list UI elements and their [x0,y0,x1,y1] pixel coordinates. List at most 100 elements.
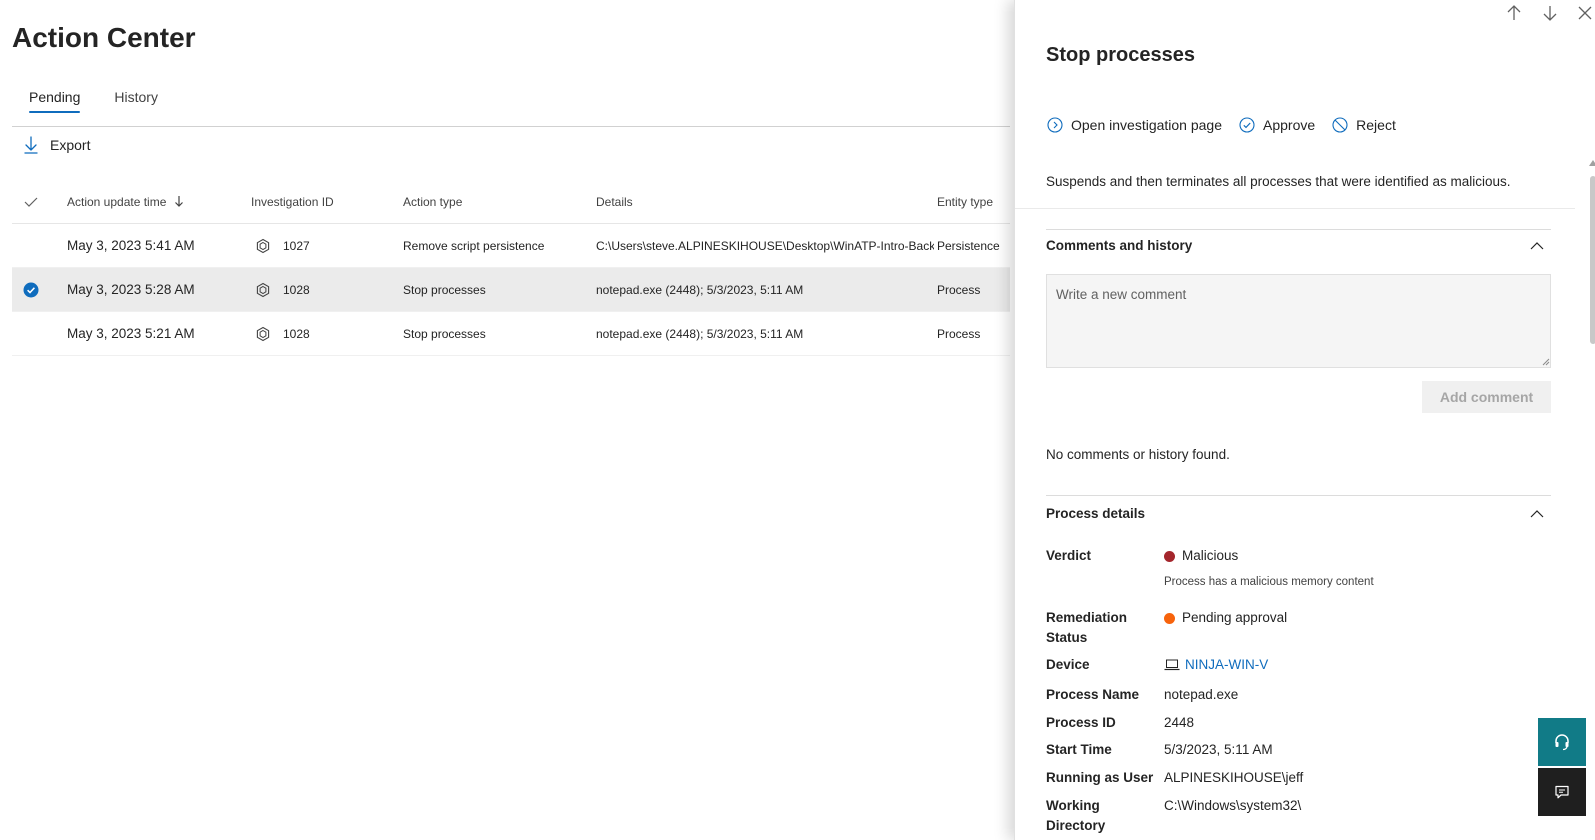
close-icon [1578,6,1592,20]
column-label: Action update time [67,194,167,209]
tabs-divider [12,126,1010,127]
action-center-main: Action Center Pending History Export Act… [0,0,1010,840]
remediation-label-line: Remediation [1046,610,1128,625]
reject-label: Reject [1356,117,1396,133]
cell-entity-type: Process [937,326,981,341]
help-button[interactable] [1538,718,1586,766]
process-details-section-toggle[interactable]: Process details [1046,506,1551,521]
process-name-value: notepad.exe [1164,687,1239,702]
process-id-value: 2448 [1164,715,1195,730]
panel-title: Stop processes [1046,44,1195,66]
row-checkbox[interactable] [20,312,42,355]
select-all-checkbox[interactable] [20,180,42,223]
device-label: Device [1046,657,1090,672]
hexagon-icon [255,326,271,342]
cell-action-update-time: May 3, 2023 5:41 AM [67,238,195,253]
running-as-user-label: Running as User [1046,770,1154,785]
hexagon-icon [255,238,271,254]
section-divider [1046,495,1551,496]
page-title: Action Center [12,22,196,53]
device-link[interactable]: NINJA-WIN-V [1185,655,1268,675]
open-investigation-label: Open investigation page [1071,117,1222,133]
cell-investigation-id[interactable]: 1028 [251,312,401,355]
process-id-label: Process ID [1046,715,1116,730]
comment-input[interactable] [1046,274,1551,368]
sort-descending-icon [174,195,184,208]
laptop-icon [1164,659,1180,671]
hexagon-icon [255,282,271,298]
device-value[interactable]: NINJA-WIN-V [1164,655,1268,675]
resize-grip-icon[interactable] [1542,358,1550,366]
empty-comments-text: No comments or history found. [1046,447,1230,462]
approve-label: Approve [1263,117,1316,133]
cell-details: notepad.exe (2448); 5/3/2023, 5:11 AM [596,282,804,297]
column-header-investigation-id[interactable]: Investigation ID [251,180,401,223]
chat-icon [1555,785,1569,799]
table-header: Action update time Investigation ID Acti… [12,180,1010,224]
scrollbar-up-arrow[interactable] [1589,160,1595,166]
tab-list: Pending History [12,86,175,113]
column-header-action-update-time[interactable]: Action update time [67,180,247,223]
panel-scrollbar-thumb[interactable] [1590,176,1595,344]
chevron-up-icon [1530,241,1544,249]
next-item-button[interactable] [1539,2,1561,24]
remediation-label-line: Status [1046,630,1088,645]
table-row[interactable]: May 3, 2023 5:21 AM 1028 Stop processes … [12,312,1010,356]
export-button[interactable]: Export [22,136,90,154]
chevron-up-icon [1530,509,1544,517]
cell-investigation-id[interactable]: 1027 [251,224,401,267]
cell-details: C:\Users\steve.ALPINESKIHOUSE\Desktop\Wi… [596,238,934,253]
check-circle-filled-icon [23,282,39,297]
previous-item-button[interactable] [1503,2,1525,24]
table-row[interactable]: May 3, 2023 5:41 AM 1027 Remove script p… [12,224,1010,268]
column-header-details[interactable]: Details [596,180,934,223]
working-directory-label-line: Directory [1046,818,1106,833]
panel-command-bar: Open investigation page Approve Reject [1046,116,1412,134]
prohibited-icon [1331,116,1349,134]
comments-section-toggle[interactable]: Comments and history [1046,238,1551,253]
verdict-text: Malicious [1182,548,1239,563]
tab-history[interactable]: History [114,86,158,113]
verdict-label: Verdict [1046,548,1092,563]
check-circle-icon [1238,116,1256,134]
working-directory-label: Working Directory [1046,796,1156,836]
section-divider [1015,208,1575,209]
investigation-id-value: 1028 [283,326,310,341]
checkmark-icon [24,197,38,207]
verdict-value: Malicious [1164,546,1238,566]
approve-button[interactable]: Approve [1238,116,1315,134]
arrow-down-icon [1543,6,1557,21]
row-checkbox-checked[interactable] [20,268,42,311]
cell-action-update-time: May 3, 2023 5:28 AM [67,282,195,297]
comments-heading: Comments and history [1046,238,1193,253]
row-checkbox[interactable] [20,224,42,267]
cell-entity-type: Persistence [937,238,1000,253]
column-header-entity-type[interactable]: Entity type [937,180,1010,223]
cell-details: notepad.exe (2448); 5/3/2023, 5:11 AM [596,326,804,341]
close-button[interactable] [1574,2,1595,24]
start-time-label: Start Time [1046,742,1112,757]
download-icon [22,136,40,154]
open-investigation-button[interactable]: Open investigation page [1046,116,1222,134]
details-panel: Stop processes Open investigation page A… [1014,0,1595,840]
tab-pending[interactable]: Pending [29,86,81,113]
reject-button[interactable]: Reject [1331,116,1396,134]
action-description: Suspends and then terminates all process… [1046,174,1511,189]
chat-button[interactable] [1538,768,1586,816]
working-directory-value: C:\Windows\system32\ [1164,798,1302,813]
headset-icon [1555,734,1569,751]
investigation-id-value: 1028 [283,282,310,297]
remediation-status-text: Pending approval [1182,610,1288,625]
verdict-note: Process has a malicious memory content [1164,576,1374,588]
column-header-action-type[interactable]: Action type [403,180,593,223]
cell-investigation-id[interactable]: 1028 [251,268,401,311]
start-time-value: 5/3/2023, 5:11 AM [1164,742,1273,757]
cell-entity-type: Process [937,282,981,297]
verdict-status-dot [1164,550,1175,562]
add-comment-button[interactable]: Add comment [1422,381,1551,413]
running-as-user-value: ALPINESKIHOUSE\jeff [1164,770,1304,785]
table-row[interactable]: May 3, 2023 5:28 AM 1028 Stop processes … [12,268,1010,312]
remediation-status-dot [1164,612,1175,624]
cell-action-update-time: May 3, 2023 5:21 AM [67,326,195,341]
cell-action-type: Stop processes [403,282,486,297]
